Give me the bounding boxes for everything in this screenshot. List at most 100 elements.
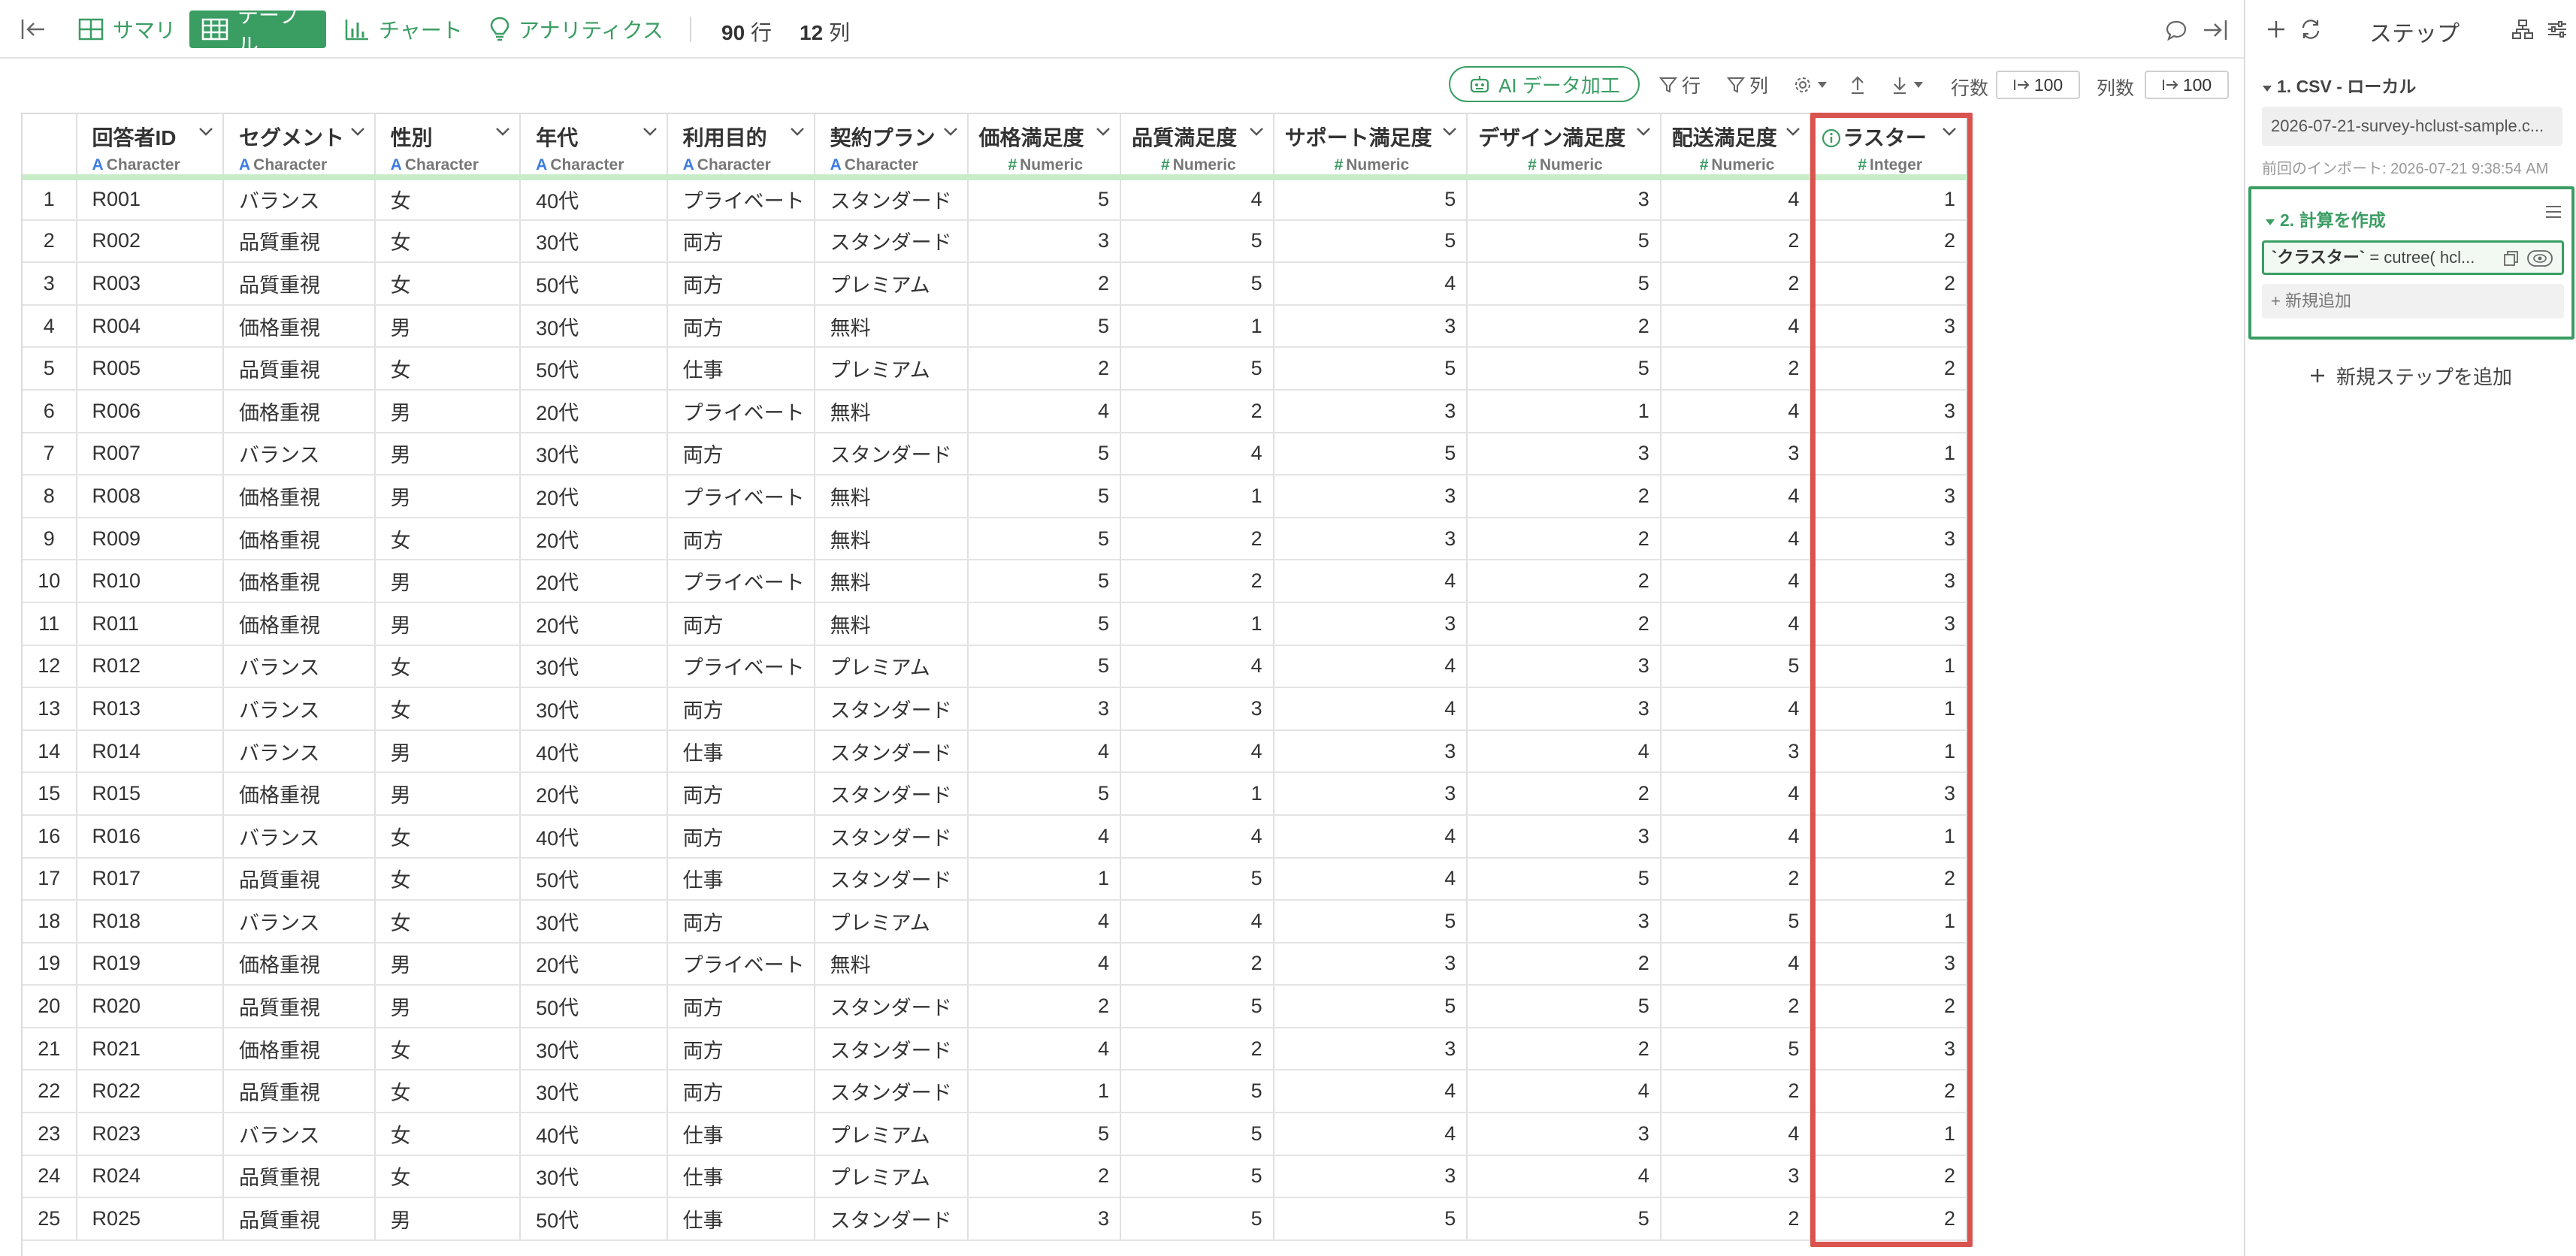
table-row[interactable]: 20 R020 品質重視男 50代 両方 スタンダード 2 5 5 5 2 2 [23, 985, 1967, 1028]
table-cell[interactable]: 5 [1120, 219, 1274, 264]
table-cell[interactable]: 3 [1660, 432, 1812, 476]
table-cell[interactable]: 4 [1120, 177, 1274, 221]
table-cell[interactable]: 1 [1810, 729, 1967, 774]
cols-limit-input[interactable]: 100 [2145, 71, 2229, 99]
table-cell[interactable]: 品質重視 [223, 347, 376, 391]
table-cell[interactable]: バランス [223, 814, 376, 859]
tab-analytics[interactable]: アナリティクス [478, 11, 676, 48]
table-cell[interactable]: 3 [1810, 389, 1967, 433]
table-cell[interactable]: R021 [76, 1027, 225, 1071]
table-cell[interactable]: 2 [1467, 772, 1661, 816]
table-cell[interactable]: プライベート [667, 475, 815, 518]
chevron-down-icon[interactable] [495, 126, 510, 140]
table-cell[interactable]: 1 [1467, 389, 1661, 433]
table-cell[interactable]: 両方 [667, 1070, 815, 1114]
collapse-right-icon[interactable] [2200, 15, 2230, 45]
chevron-down-icon[interactable] [1942, 126, 1957, 140]
table-cell[interactable]: 4 [1467, 729, 1661, 774]
chevron-down-icon[interactable] [642, 126, 658, 140]
table-cell[interactable]: 5 [1273, 432, 1468, 476]
table-row[interactable]: 18 R018 バランス女 30代 両方 プレミアム 4 4 5 3 5 1 [23, 900, 1967, 944]
step-1-file[interactable]: 2026-07-21-survey-hclust-sample.c... [2262, 107, 2562, 146]
table-cell[interactable]: 20代 [520, 772, 668, 816]
table-row[interactable]: 21 R021 価格重視女 30代 両方 スタンダード 4 2 3 2 5 3 [23, 1027, 1967, 1071]
column-header[interactable]: 性別 A Character [374, 114, 522, 180]
table-cell[interactable]: スタンダード [814, 1027, 969, 1071]
column-header[interactable]: デザイン満足度 # Numeric [1467, 114, 1661, 180]
table-cell[interactable]: 仕事 [667, 1155, 815, 1199]
table-cell[interactable]: 5 [1120, 347, 1274, 391]
chevron-down-icon[interactable] [943, 126, 958, 140]
table-cell[interactable]: 3 [1273, 772, 1468, 816]
table-cell[interactable]: 30代 [520, 900, 668, 944]
table-row[interactable]: 10 R010 価格重視男 20代 プライベート 無料 5 2 4 2 4 3 [23, 560, 1967, 603]
settings-dropdown[interactable] [1793, 71, 1828, 99]
table-cell[interactable]: 4 [1660, 814, 1812, 859]
table-row[interactable]: 25 R025 品質重視男 50代 仕事 スタンダード 3 5 5 5 2 2 [23, 1197, 1967, 1241]
table-cell[interactable]: 2 [967, 1155, 1122, 1199]
table-cell[interactable]: 4 [1273, 645, 1468, 689]
table-cell[interactable]: 5 [1120, 262, 1274, 306]
table-cell[interactable]: 4 [1660, 1113, 1812, 1156]
table-cell[interactable]: スタンダード [814, 177, 969, 221]
table-cell[interactable]: 50代 [520, 262, 668, 306]
table-cell[interactable]: 5 [1467, 262, 1661, 306]
table-cell[interactable]: 2 [1660, 347, 1812, 391]
table-cell[interactable]: 品質重視 [223, 857, 376, 901]
column-header[interactable]: 回答者ID A Character [76, 114, 225, 180]
table-cell[interactable]: 両方 [667, 814, 815, 859]
table-cell[interactable]: 3 [1810, 475, 1967, 518]
table-cell[interactable]: 30代 [520, 1070, 668, 1114]
table-cell[interactable]: 無料 [814, 942, 969, 986]
table-cell[interactable]: プライベート [667, 942, 815, 986]
table-cell[interactable]: 両方 [667, 687, 815, 731]
table-cell[interactable]: 4 [1660, 177, 1812, 221]
chevron-down-icon[interactable] [1096, 126, 1111, 140]
table-cell[interactable]: 5 [1467, 985, 1661, 1028]
table-cell[interactable]: 価格重視 [223, 772, 376, 816]
table-cell[interactable]: 両方 [667, 432, 815, 476]
table-row[interactable]: 7 R007 バランス男 30代 両方 スタンダード 5 4 5 3 3 1 [23, 432, 1967, 476]
table-cell[interactable]: 30代 [520, 219, 668, 264]
table-cell[interactable]: スタンダード [814, 1197, 969, 1241]
table-cell[interactable]: 5 [1273, 900, 1468, 944]
table-cell[interactable]: 男 [374, 475, 522, 518]
table-cell[interactable]: バランス [223, 900, 376, 944]
table-cell[interactable]: 3 [1810, 517, 1967, 561]
table-cell[interactable]: 4 [1467, 1070, 1661, 1114]
table-cell[interactable]: 3 [967, 687, 1122, 731]
table-cell[interactable]: 50代 [520, 985, 668, 1028]
column-header[interactable]: サポート満足度 # Numeric [1273, 114, 1468, 180]
table-cell[interactable]: R011 [76, 602, 225, 646]
table-cell[interactable]: プレミアム [814, 900, 969, 944]
table-cell[interactable]: 1 [1810, 687, 1967, 731]
table-cell[interactable]: R002 [76, 219, 225, 264]
table-cell[interactable]: 男 [374, 1197, 522, 1241]
table-cell[interactable]: 3 [1273, 942, 1468, 986]
row-filter-button[interactable]: 行 [1659, 71, 1701, 99]
table-cell[interactable]: 品質重視 [223, 985, 376, 1028]
table-cell[interactable]: 2 [1120, 942, 1274, 986]
table-cell[interactable]: バランス [223, 645, 376, 689]
ai-data-processing-button[interactable]: AI データ加工 [1449, 66, 1640, 102]
table-cell[interactable]: R009 [76, 517, 225, 561]
table-cell[interactable]: R006 [76, 389, 225, 433]
hamburger-menu-icon[interactable] [2544, 204, 2562, 223]
table-cell[interactable]: 女 [374, 1113, 522, 1156]
table-cell[interactable]: 男 [374, 389, 522, 433]
table-cell[interactable]: R025 [76, 1197, 225, 1241]
table-cell[interactable]: 40代 [520, 814, 668, 859]
table-cell[interactable]: 男 [374, 942, 522, 986]
table-row[interactable]: 16 R016 バランス女 40代 両方 スタンダード 4 4 4 3 4 1 [23, 814, 1967, 859]
chevron-down-icon[interactable] [1442, 126, 1457, 140]
table-cell[interactable]: 2 [1810, 1197, 1967, 1241]
table-cell[interactable]: 4 [1660, 517, 1812, 561]
table-cell[interactable]: 1 [1120, 475, 1274, 518]
table-cell[interactable]: 2 [967, 985, 1122, 1028]
table-cell[interactable]: 3 [1273, 304, 1468, 349]
table-cell[interactable]: 5 [1273, 219, 1468, 264]
table-cell[interactable]: 1 [1810, 645, 1967, 689]
column-header[interactable]: セグメント A Character [223, 114, 376, 180]
table-cell[interactable]: スタンダード [814, 432, 969, 476]
table-cell[interactable]: プライベート [667, 560, 815, 603]
